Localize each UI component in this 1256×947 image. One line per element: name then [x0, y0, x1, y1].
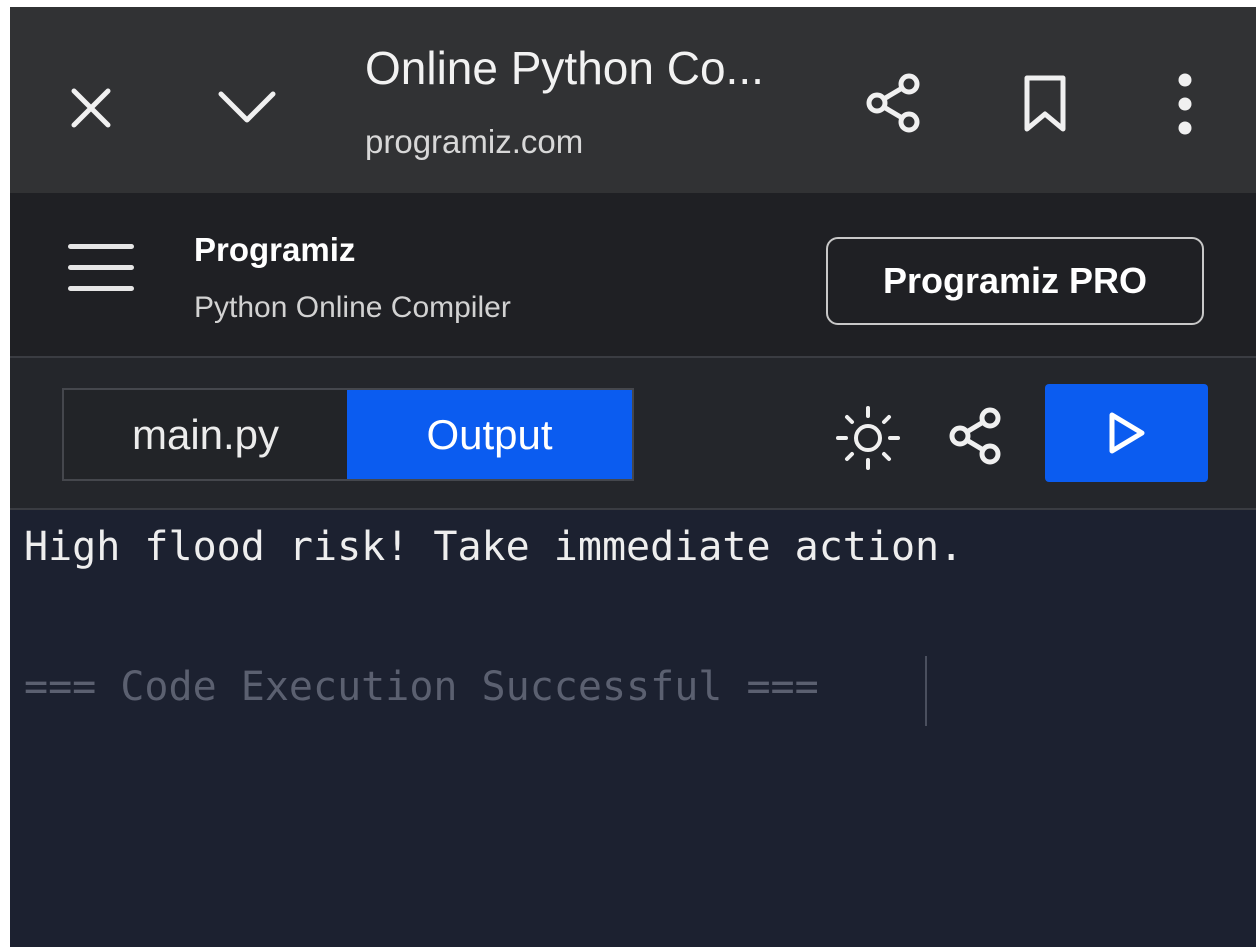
chevron-down-icon[interactable] [212, 77, 282, 137]
brand-logo[interactable]: Programiz [194, 231, 355, 269]
tab-output[interactable]: Output [347, 390, 632, 479]
share-icon[interactable] [942, 402, 1010, 470]
execution-status: === Code Execution Successful === [24, 664, 819, 710]
brand-subtitle: Python Online Compiler [194, 291, 511, 324]
page-url: programiz.com [365, 123, 584, 160]
sun-icon[interactable] [832, 402, 904, 474]
share-icon[interactable] [858, 67, 930, 139]
bookmark-icon[interactable] [1015, 69, 1075, 139]
run-button[interactable] [1045, 384, 1208, 482]
tab-main-py[interactable]: main.py [64, 390, 347, 479]
programiz-pro-button[interactable]: Programiz PRO [826, 237, 1204, 325]
close-icon[interactable] [60, 77, 122, 139]
play-icon [1109, 412, 1144, 454]
output-console[interactable]: High flood risk! Take immediate action. … [10, 510, 1256, 947]
tab-group: main.py Output [62, 388, 634, 481]
hamburger-icon[interactable] [68, 244, 134, 292]
page-title: Online Python Co... [365, 42, 764, 94]
site-header: Programiz Python Online Compiler Program… [10, 193, 1256, 358]
more-vertical-icon[interactable] [1160, 67, 1210, 141]
program-output: High flood risk! Take immediate action. [24, 524, 964, 570]
text-cursor [925, 656, 927, 726]
editor-toolbar: main.py Output [10, 358, 1256, 510]
app-frame: Online Python Co... programiz.com Progra… [10, 7, 1256, 947]
browser-toolbar: Online Python Co... programiz.com [10, 7, 1256, 193]
